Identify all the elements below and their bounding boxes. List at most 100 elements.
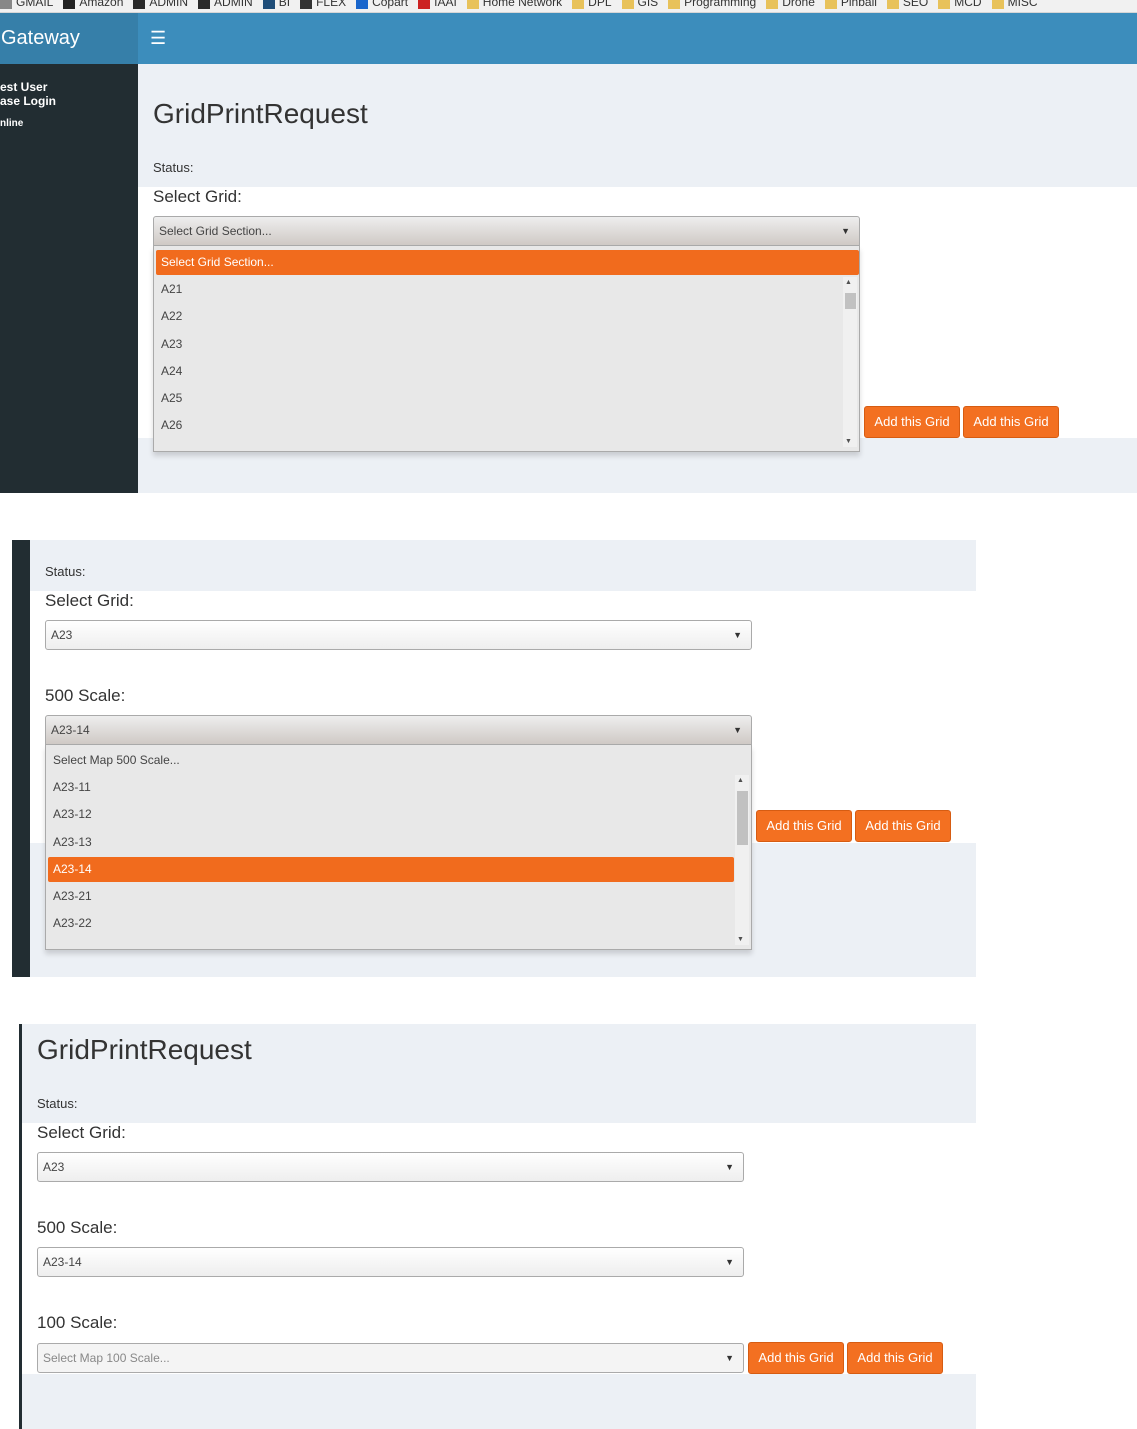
- scroll-thumb[interactable]: [737, 791, 748, 845]
- chevron-down-icon: ▼: [725, 1353, 734, 1363]
- dropdown-option[interactable]: A26: [156, 413, 842, 438]
- user-name-line1: est User: [0, 80, 48, 94]
- bookmark-item[interactable]: ADMIN: [133, 0, 188, 9]
- folder-icon: [621, 0, 634, 9]
- bookmark-label: Programming: [684, 0, 757, 9]
- add-grid-button-4[interactable]: Add this Grid: [855, 810, 951, 842]
- bookmarks-bar: GMAIL Amazon ADMIN ADMIN BI FLEX Copart IAAI Hom…: [0, 0, 1137, 13]
- dropdown-option[interactable]: A23-22: [48, 911, 734, 936]
- scale500-select-3[interactable]: A23-14 ▼: [37, 1247, 744, 1277]
- folder-icon: [466, 0, 479, 9]
- add-grid-button-2[interactable]: Add this Grid: [963, 406, 1059, 438]
- grid-select[interactable]: Select Grid Section... ▼: [153, 216, 860, 246]
- bookmark-item[interactable]: DPL: [572, 0, 612, 9]
- chevron-down-icon: ▼: [725, 1257, 734, 1267]
- bookmark-item[interactable]: FLEX: [300, 0, 346, 9]
- dropdown-option[interactable]: A23-21: [48, 884, 734, 909]
- bookmark-item[interactable]: SEO: [886, 0, 929, 9]
- add-grid-button-3[interactable]: Add this Grid: [756, 810, 852, 842]
- select-grid-label: Select Grid:: [153, 187, 242, 206]
- scroll-thumb[interactable]: [845, 293, 856, 309]
- bookmark-label: MISC: [1007, 0, 1038, 9]
- scroll-up-icon[interactable]: ▲: [845, 279, 852, 286]
- bookmark-label: Drone: [782, 0, 815, 9]
- bookmark-item[interactable]: Copart: [356, 0, 408, 9]
- scale100-select[interactable]: Select Map 100 Scale... ▼: [37, 1343, 744, 1373]
- status-label-3: Status:: [37, 1096, 78, 1111]
- folder-icon: [824, 0, 837, 9]
- status-label-2: Status:: [45, 564, 86, 579]
- hamburger-icon[interactable]: ☰: [150, 13, 166, 64]
- page-title-3: GridPrintRequest: [37, 1034, 252, 1065]
- brand-logo[interactable]: Gateway: [0, 13, 138, 64]
- flex-icon: [300, 0, 313, 9]
- scroll-up-icon[interactable]: ▲: [737, 777, 744, 784]
- dropdown-option-selected[interactable]: A23-14: [48, 857, 734, 882]
- scroll-down-icon[interactable]: ▼: [845, 438, 852, 445]
- scale100-label: 100 Scale:: [37, 1313, 118, 1332]
- bookmark-item[interactable]: MCD: [938, 0, 982, 9]
- scale500-select-value-3: A23-14: [43, 1255, 82, 1269]
- admin-icon: [198, 0, 211, 9]
- dropdown-option[interactable]: A25: [156, 386, 842, 411]
- chevron-down-icon: ▼: [841, 226, 850, 236]
- folder-icon: [886, 0, 899, 9]
- bookmark-item[interactable]: GMAIL: [0, 0, 53, 9]
- folder-icon: [938, 0, 951, 9]
- bookmark-item[interactable]: Pinball: [824, 0, 877, 9]
- bookmark-label: DPL: [588, 0, 612, 9]
- dropdown-option[interactable]: A23-11: [48, 775, 734, 800]
- folder-icon: [991, 0, 1004, 9]
- bookmark-label: ADMIN: [149, 0, 189, 9]
- page-title: GridPrintRequest: [153, 98, 368, 129]
- dropdown-option[interactable]: A23-12: [48, 802, 734, 827]
- bookmark-label: SEO: [902, 0, 929, 9]
- grid-dropdown: Select Grid Section... A21 A22 A23 A24 A…: [153, 246, 860, 452]
- dropdown-option[interactable]: A23: [156, 332, 842, 357]
- bookmark-label: FLEX: [316, 0, 347, 9]
- grid-select-2[interactable]: A23 ▼: [45, 620, 752, 650]
- top-navbar: [0, 13, 1137, 64]
- admin-icon: [133, 0, 146, 9]
- grid-select-value-3: A23: [43, 1160, 65, 1174]
- user-name-line2: ase Login: [0, 94, 57, 108]
- dropdown-option[interactable]: A23-13: [48, 830, 734, 855]
- dropdown-option[interactable]: Select Map 500 Scale...: [48, 748, 751, 773]
- bookmark-item[interactable]: Programming: [668, 0, 756, 9]
- dropdown-option[interactable]: A24: [156, 359, 842, 384]
- bookmark-item[interactable]: MISC: [991, 0, 1038, 9]
- bookmark-label: ADMIN: [214, 0, 253, 9]
- bookmark-label: Pinball: [840, 0, 877, 9]
- scale500-select[interactable]: A23-14 ▼: [45, 715, 752, 745]
- scale500-select-value: A23-14: [51, 723, 90, 737]
- bookmark-label: MCD: [954, 0, 982, 9]
- user-panel: est User ase Login: [0, 80, 56, 108]
- scale500-label: 500 Scale:: [45, 686, 126, 705]
- chevron-down-icon: ▼: [733, 725, 742, 735]
- add-grid-button-5[interactable]: Add this Grid: [748, 1342, 844, 1374]
- bookmark-label: GIS: [637, 0, 659, 9]
- bookmark-item[interactable]: Home Network: [466, 0, 562, 9]
- dropdown-scrollbar[interactable]: ▲ ▼: [843, 277, 857, 447]
- bookmark-item[interactable]: ADMIN: [198, 0, 253, 9]
- folder-icon: [766, 0, 779, 9]
- dropdown-option[interactable]: A22: [156, 304, 842, 329]
- bookmark-label: IAAI: [434, 0, 457, 9]
- scale500-dropdown: Select Map 500 Scale... A23-11 A23-12 A2…: [45, 745, 752, 950]
- copart-icon: [356, 0, 369, 9]
- dropdown-scrollbar-2[interactable]: ▲ ▼: [735, 775, 749, 945]
- bi-icon: [262, 0, 275, 9]
- chevron-down-icon: ▼: [725, 1162, 734, 1172]
- grid-select-3[interactable]: A23 ▼: [37, 1152, 744, 1182]
- scroll-down-icon[interactable]: ▼: [737, 936, 744, 943]
- add-grid-button[interactable]: Add this Grid: [864, 406, 960, 438]
- add-grid-button-6[interactable]: Add this Grid: [847, 1342, 943, 1374]
- bookmark-item[interactable]: GIS: [621, 0, 659, 9]
- bookmark-item[interactable]: Amazon: [63, 0, 123, 9]
- dropdown-option[interactable]: A21: [156, 277, 842, 302]
- bookmark-item[interactable]: BI: [262, 0, 290, 9]
- dropdown-option[interactable]: Select Grid Section...: [156, 250, 859, 275]
- bookmark-item[interactable]: Drone: [766, 0, 815, 9]
- sidebar: est User ase Login nline: [0, 64, 138, 493]
- bookmark-item[interactable]: IAAI: [418, 0, 457, 9]
